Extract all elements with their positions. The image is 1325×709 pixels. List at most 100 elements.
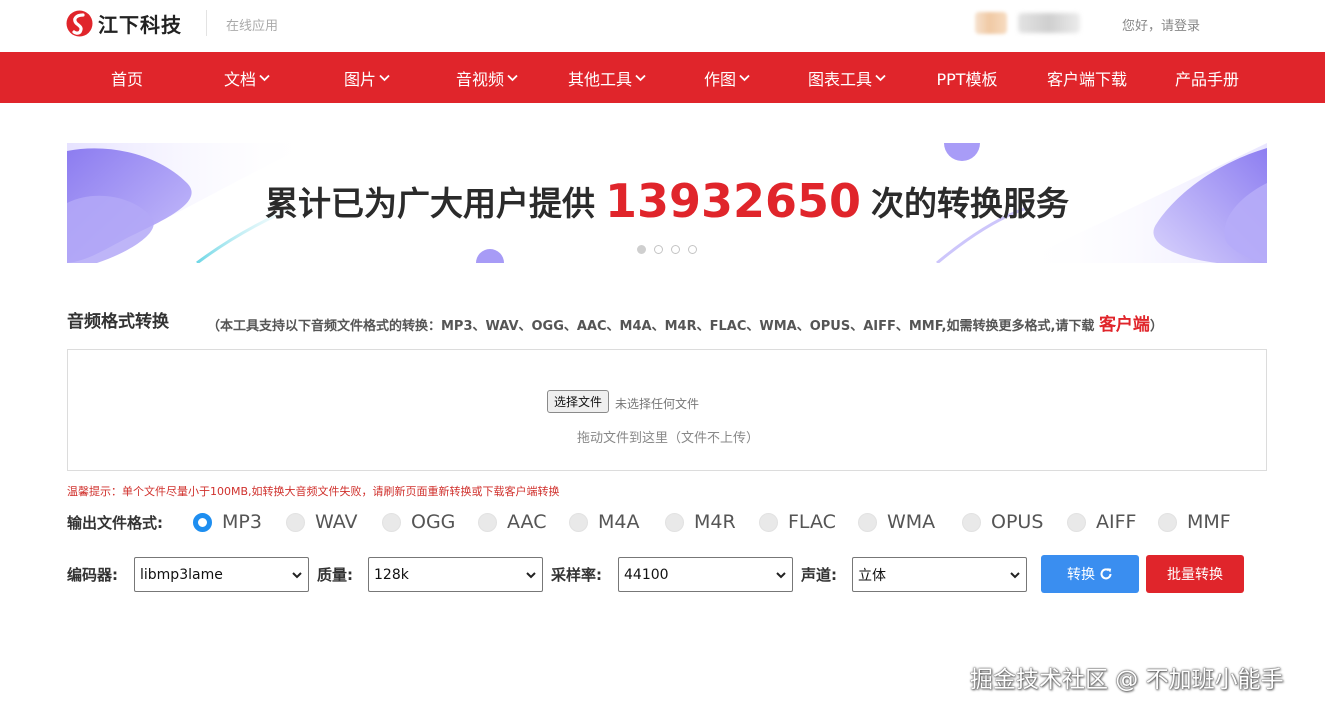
select-value: 立体 bbox=[858, 567, 886, 584]
note-close: ） bbox=[1149, 319, 1163, 334]
nav-item-label: 其他工具 bbox=[567, 69, 632, 89]
nav-item-label: 图表工具 bbox=[807, 69, 872, 89]
stats-banner[interactable]: 累计已为广大用户提供 13932650 次的转换服务 bbox=[67, 143, 1267, 263]
radio-flac[interactable]: FLAC bbox=[759, 509, 836, 535]
chevron-down-icon bbox=[507, 74, 518, 81]
batch-convert-button[interactable]: 批量转换 bbox=[1146, 555, 1244, 593]
radio-label: FLAC bbox=[788, 511, 836, 533]
chevron-down-icon bbox=[635, 74, 646, 81]
chevron-down-icon bbox=[875, 74, 886, 81]
output-format-label: 输出文件格式: bbox=[67, 514, 163, 532]
carousel-dot[interactable] bbox=[688, 245, 697, 254]
brand-name: 江下科技 bbox=[98, 12, 182, 37]
encoder-select[interactable]: libmp3lame bbox=[134, 557, 309, 592]
radio-label: MP3 bbox=[222, 511, 262, 533]
nav-item-ppt-templates[interactable]: PPT模板 bbox=[907, 52, 1027, 103]
nav-item-chart-tools[interactable]: 图表工具 bbox=[787, 52, 907, 103]
convert-label: 转换 bbox=[1067, 567, 1095, 583]
top-header: 江下科技 在线应用 您好，请登录 bbox=[0, 0, 1325, 52]
chevron-down-icon bbox=[292, 572, 302, 579]
banner-prefix: 累计已为广大用户提供 bbox=[264, 184, 595, 223]
page-title: 音频格式转换 bbox=[67, 312, 169, 332]
nav-item-documents[interactable]: 文档 bbox=[187, 52, 307, 103]
warning-tip: 温馨提示：单个文件尽量小于100MB,如转换大音频文件失败，请刷新页面重新转换或… bbox=[67, 485, 560, 498]
encoder-label: 编码器: bbox=[67, 566, 118, 584]
upload-dropzone[interactable]: 选择文件 未选择任何文件 拖动文件到这里（文件不上传） bbox=[67, 349, 1267, 471]
carousel-dot[interactable] bbox=[637, 245, 646, 254]
radio-circle[interactable] bbox=[478, 512, 497, 532]
nav-item-label: 音视频 bbox=[455, 69, 504, 89]
radio-circle[interactable] bbox=[569, 512, 588, 532]
radio-circle[interactable] bbox=[1067, 512, 1086, 532]
nav-item-audio-video[interactable]: 音视频 bbox=[427, 52, 547, 103]
carousel-dots bbox=[637, 245, 705, 254]
radio-circle[interactable] bbox=[759, 512, 778, 532]
chevron-down-icon bbox=[379, 74, 390, 81]
note-text: （本工具支持以下音频文件格式的转换：MP3、WAV、OGG、AAC、M4A、M4… bbox=[207, 319, 1095, 334]
radio-label: M4R bbox=[694, 511, 736, 533]
chevron-down-icon bbox=[259, 74, 270, 81]
channel-label: 声道: bbox=[801, 566, 837, 584]
radio-opus[interactable]: OPUS bbox=[962, 509, 1043, 535]
nav-item-label: PPT模板 bbox=[936, 69, 998, 89]
radio-wav[interactable]: WAV bbox=[286, 509, 358, 535]
radio-circle[interactable] bbox=[665, 512, 684, 532]
samplerate-select[interactable]: 44100 bbox=[618, 557, 793, 592]
radio-circle[interactable] bbox=[286, 512, 305, 532]
nav-item-images[interactable]: 图片 bbox=[307, 52, 427, 103]
radio-aac[interactable]: AAC bbox=[478, 509, 546, 535]
carousel-dot[interactable] bbox=[654, 245, 663, 254]
radio-label: AIFF bbox=[1096, 511, 1137, 533]
select-value: libmp3lame bbox=[140, 566, 223, 583]
radio-label: M4A bbox=[598, 511, 640, 533]
chevron-down-icon bbox=[526, 572, 536, 579]
quality-select[interactable]: 128k bbox=[368, 557, 543, 592]
site-subtitle[interactable]: 在线应用 bbox=[226, 15, 278, 34]
chevron-down-icon bbox=[1010, 572, 1020, 579]
radio-ogg[interactable]: OGG bbox=[382, 509, 455, 535]
nav-item-label: 客户端下载 bbox=[1046, 69, 1127, 89]
nav-item-label: 首页 bbox=[110, 69, 143, 89]
radio-circle[interactable] bbox=[382, 512, 401, 532]
radio-label: MMF bbox=[1187, 511, 1231, 533]
header-divider bbox=[206, 10, 207, 36]
radio-label: OPUS bbox=[991, 511, 1044, 533]
main-nav: 首页 文档 图片 音视频 其他工具 作图 图表工具 PPT模板 客户端下载 产品… bbox=[0, 52, 1325, 103]
radio-circle[interactable] bbox=[1158, 512, 1177, 532]
radio-wma[interactable]: WMA bbox=[858, 509, 935, 535]
nav-item-label: 作图 bbox=[703, 69, 736, 89]
radio-circle[interactable] bbox=[858, 512, 877, 532]
login-link[interactable]: 您好，请登录 bbox=[1122, 15, 1200, 34]
nav-item-drawing[interactable]: 作图 bbox=[667, 52, 787, 103]
nav-item-other-tools[interactable]: 其他工具 bbox=[547, 52, 667, 103]
nav-item-label: 产品手册 bbox=[1174, 69, 1239, 89]
convert-button[interactable]: 转换 bbox=[1041, 555, 1139, 593]
watermark: 掘金技术社区 @ 不加班小能手 bbox=[970, 667, 1284, 693]
radio-m4r[interactable]: M4R bbox=[665, 509, 736, 535]
nav-item-product-manual[interactable]: 产品手册 bbox=[1147, 52, 1267, 103]
supported-formats-note: （本工具支持以下音频文件格式的转换：MP3、WAV、OGG、AAC、M4A、M4… bbox=[207, 310, 1163, 335]
nav-item-label: 文档 bbox=[223, 69, 256, 89]
logo[interactable]: 江下科技 bbox=[66, 8, 182, 38]
nav-item-home[interactable]: 首页 bbox=[67, 52, 187, 103]
radio-label: WAV bbox=[315, 511, 358, 533]
carousel-dot[interactable] bbox=[671, 245, 680, 254]
radio-circle[interactable] bbox=[962, 512, 981, 532]
radio-mp3[interactable]: MP3 bbox=[193, 509, 262, 535]
nav-item-client-download[interactable]: 客户端下载 bbox=[1027, 52, 1147, 103]
client-download-link[interactable]: 客户端 bbox=[1099, 315, 1150, 335]
chevron-down-icon bbox=[739, 74, 750, 81]
chevron-down-icon bbox=[776, 572, 786, 579]
nav-item-label: 图片 bbox=[343, 69, 376, 89]
username-blurred[interactable] bbox=[1018, 13, 1080, 33]
conversion-count: 13932650 bbox=[604, 174, 862, 228]
radio-m4a[interactable]: M4A bbox=[569, 509, 639, 535]
radio-label: WMA bbox=[887, 511, 936, 533]
avatar[interactable] bbox=[975, 12, 1007, 34]
channel-select[interactable]: 立体 bbox=[852, 557, 1027, 592]
radio-circle-checked[interactable] bbox=[193, 512, 212, 532]
radio-aiff[interactable]: AIFF bbox=[1067, 509, 1136, 535]
quality-label: 质量: bbox=[317, 566, 353, 584]
radio-mmf[interactable]: MMF bbox=[1158, 509, 1231, 535]
choose-file-button[interactable]: 选择文件 bbox=[547, 390, 610, 413]
